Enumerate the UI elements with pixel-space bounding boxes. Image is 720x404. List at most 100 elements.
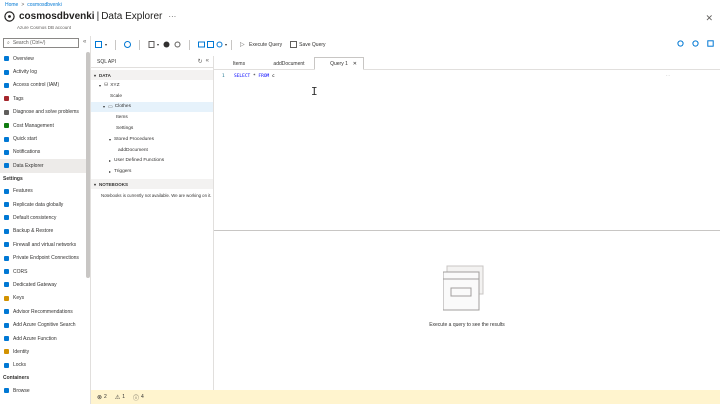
sidebar-item-label: Firewall and virtual networks: [13, 241, 77, 248]
close-blade-button[interactable]: ✕: [705, 13, 713, 24]
sidebar-item-identity[interactable]: Identity: [0, 345, 86, 358]
warning-count: 1: [122, 394, 125, 400]
breadcrumb-home[interactable]: Home: [5, 2, 18, 8]
command-icon[interactable]: [216, 41, 223, 48]
sidebar-item-add-azure-cognitive-search[interactable]: Add Azure Cognitive Search: [0, 318, 86, 331]
notification-status-bar[interactable]: ⊗ 2 ⚠ 1 ⓘ 4: [91, 390, 720, 404]
data-section-header[interactable]: ▾ DATA: [91, 70, 213, 80]
sidebar-item-data-explorer[interactable]: Data Explorer: [0, 159, 86, 173]
collapse-tree-icon[interactable]: «: [206, 58, 209, 65]
status-errors[interactable]: ⊗ 2: [97, 394, 107, 401]
sidebar-item-add-azure-function[interactable]: Add Azure Function: [0, 332, 86, 345]
new-container-icon[interactable]: [95, 41, 102, 48]
container-icon: ▭: [108, 103, 113, 110]
results-pane: Execute a query to see the results: [214, 233, 720, 390]
sidebar-item-firewall-and-virtual-networks[interactable]: Firewall and virtual networks: [0, 238, 86, 251]
data-explorer-toolbar: ▾ ▾ ▾ ▷ Execute Query Save Query: [95, 36, 720, 53]
activity-log-icon: [4, 69, 9, 75]
sidebar-item-cors[interactable]: CORS: [0, 265, 86, 278]
sidebar-item-diagnose-and-solve-problems[interactable]: Diagnose and solve problems: [0, 106, 86, 119]
settings-gear-icon[interactable]: [174, 41, 181, 48]
editor-tabs: Items addDocument Query 1 ✕: [214, 57, 720, 70]
azure-synapse-link-icon[interactable]: [124, 41, 132, 48]
query-text[interactable]: SELECT * FROM c: [234, 74, 275, 79]
tab-query-1[interactable]: Query 1 ✕: [314, 57, 364, 70]
new-sql-query-icon[interactable]: [207, 41, 215, 48]
identity-icon: [4, 349, 9, 355]
warning-icon: ⚠: [114, 394, 121, 401]
tree-items-node[interactable]: Items: [91, 112, 213, 123]
text-cursor-icon: I: [311, 85, 318, 98]
sidebar-item-quick-start[interactable]: Quick start: [0, 132, 86, 145]
results-empty-message: Execute a query to see the results: [429, 322, 505, 328]
select-star: *: [252, 74, 256, 79]
sidebar-item-default-consistency[interactable]: Default consistency: [0, 211, 86, 224]
tab-label: Items: [232, 60, 246, 67]
tree-triggers-node[interactable]: ▸ Triggers: [91, 166, 213, 177]
empty-results-icon: [443, 265, 484, 311]
status-warnings[interactable]: ⚠ 1: [115, 394, 125, 401]
sidebar-item-tags[interactable]: Tags: [0, 92, 86, 105]
query-editor[interactable]: 1 SELECT * FROM c ‑ ‑ I: [214, 70, 720, 230]
chevron-down-icon[interactable]: ▾: [105, 42, 107, 47]
expand-icon[interactable]: [707, 40, 714, 47]
api-header: SQL API: [91, 56, 213, 68]
sidebar-item-label: Quick start: [13, 136, 37, 143]
sidebar-item-label: Features: [13, 188, 33, 195]
tree-database-node[interactable]: ▾ ⛁ XYZ: [91, 80, 213, 91]
sidebar-item-replicate-data-globally[interactable]: Replicate data globally: [0, 198, 86, 211]
notebooks-section-label: NOTEBOOKS: [99, 181, 129, 187]
chevron-down-icon[interactable]: ▾: [225, 42, 227, 47]
containers-section-header: Containers: [3, 374, 30, 381]
save-query-button[interactable]: Save Query: [290, 41, 326, 48]
sidebar-item-backup-restore[interactable]: Backup & Restore: [0, 225, 86, 238]
feedback-icon[interactable]: [692, 40, 699, 47]
tree-stored-procedures-node[interactable]: ▾ Stored Procedures: [91, 134, 213, 145]
sidebar-item-cost-management[interactable]: Cost Management: [0, 119, 86, 132]
api-label: SQL API: [97, 58, 116, 65]
chevron-down-icon[interactable]: ▾: [157, 42, 159, 47]
add-azure-function-icon: [4, 336, 9, 341]
tree-container-node[interactable]: ▾ ▭ Clothes: [91, 101, 213, 113]
search-icon: ⌕: [7, 40, 10, 46]
settings-section-header: Settings: [3, 175, 23, 182]
sidebar-item-overview[interactable]: Overview: [0, 52, 86, 65]
sidebar-item-advisor-recommendations[interactable]: Advisor Recommendations: [0, 305, 86, 318]
sidebar-item-features[interactable]: Features: [0, 185, 86, 198]
refresh-icon[interactable]: ↻: [198, 58, 203, 65]
new-notebook-icon[interactable]: [148, 41, 155, 48]
close-tab-icon[interactable]: ✕: [353, 61, 357, 67]
sidebar-item-private-endpoint-connections[interactable]: Private Endpoint Connections: [0, 251, 86, 264]
sidebar-item-locks[interactable]: Locks: [0, 359, 86, 372]
open-query-icon[interactable]: [198, 41, 206, 48]
search-placeholder: Search (Ctrl+/): [12, 40, 46, 46]
tree-settings-node[interactable]: Settings: [91, 123, 213, 134]
toolbar-right-actions: [677, 40, 714, 47]
from-alias: c: [271, 74, 275, 79]
resource-tree-panel: SQL API ↻ « ▾ DATA ▾ ⛁ XYZ Scale ▾ ▭ Clo…: [91, 56, 214, 390]
tree-scale-node[interactable]: Scale: [91, 91, 213, 102]
status-info[interactable]: ⓘ 4: [133, 393, 144, 402]
sidebar-item-access-control-iam[interactable]: Access control (IAM): [0, 79, 86, 92]
execute-query-button[interactable]: ▷ Execute Query: [240, 41, 282, 49]
sidebar-item-notifications[interactable]: Notifications: [0, 146, 86, 159]
tab-items[interactable]: Items: [214, 57, 264, 70]
tab-adddocument[interactable]: addDocument: [264, 57, 314, 70]
breadcrumb-resource[interactable]: cosmosdbvenki: [27, 2, 61, 8]
resource-name: cosmosdbvenki: [19, 11, 95, 22]
sidebar-item-label: Browse: [13, 387, 30, 394]
sidebar-item-activity-log[interactable]: Activity log: [0, 65, 86, 78]
sidebar-item-dedicated-gateway[interactable]: Dedicated Gateway: [0, 278, 86, 291]
menu-search-input[interactable]: ⌕ Search (Ctrl+/): [3, 38, 79, 48]
tree-stored-procedure-item[interactable]: addDocument: [91, 145, 213, 156]
notebooks-section-header[interactable]: ▾ NOTEBOOKS: [91, 179, 213, 190]
tree-udf-node[interactable]: ▸ User Defined Functions: [91, 156, 213, 167]
sidebar-item-keys[interactable]: Keys: [0, 292, 86, 305]
more-options-button[interactable]: ···: [168, 12, 176, 21]
menu-scrollbar[interactable]: [86, 52, 90, 278]
sidebar-item-browse[interactable]: Browse: [0, 384, 86, 397]
collapse-menu-button[interactable]: «: [83, 39, 86, 45]
settings-icon[interactable]: [677, 40, 684, 47]
keyword-select: SELECT: [234, 74, 251, 79]
github-icon[interactable]: [163, 41, 170, 48]
